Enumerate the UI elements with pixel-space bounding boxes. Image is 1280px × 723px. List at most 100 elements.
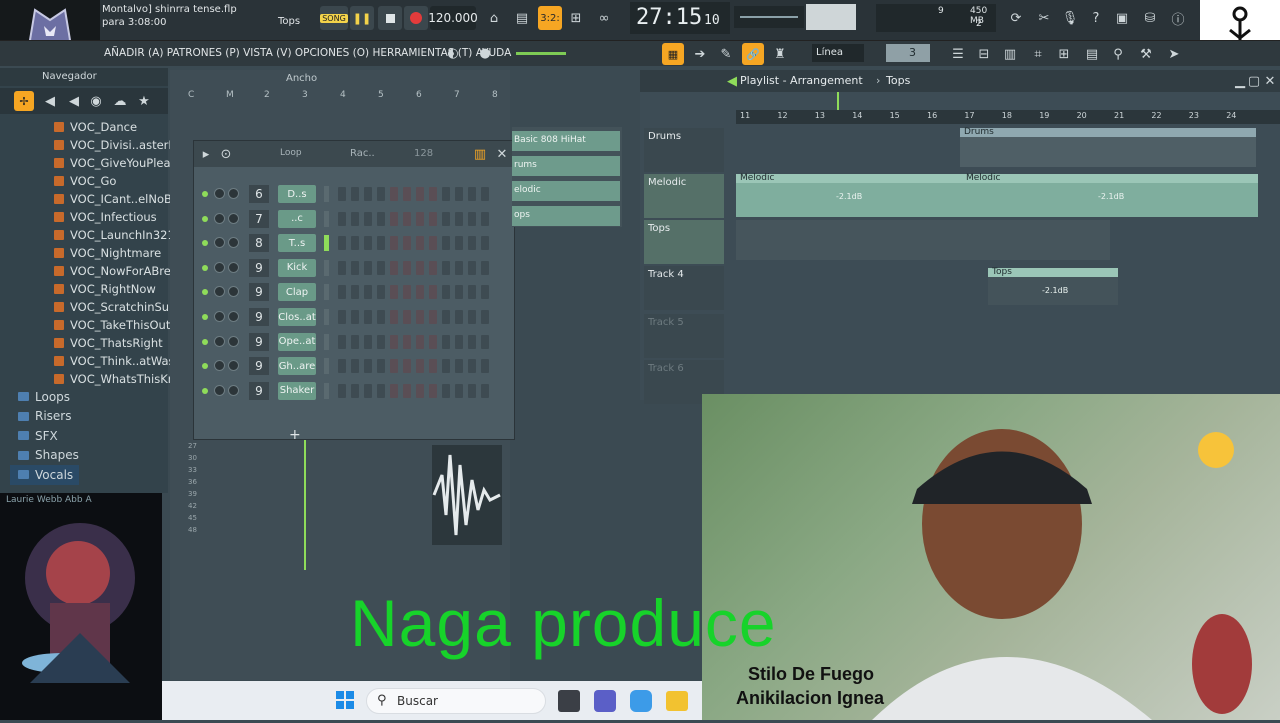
pan-knob[interactable] [214, 335, 225, 347]
volume-knob[interactable] [228, 286, 239, 298]
step-button[interactable] [468, 285, 476, 300]
step-button[interactable] [377, 211, 385, 226]
channel-led[interactable] [202, 363, 208, 370]
step-button[interactable] [403, 260, 411, 275]
tools-icon[interactable]: ✂ [1034, 8, 1054, 28]
pan-knob[interactable] [214, 261, 225, 273]
channel-led[interactable] [202, 191, 208, 197]
step-button[interactable] [364, 285, 372, 300]
step-button[interactable] [416, 310, 424, 324]
step-button[interactable] [468, 310, 476, 324]
pan-knob[interactable] [214, 360, 225, 372]
help-icon[interactable]: ? [1086, 8, 1106, 28]
step-button[interactable] [442, 285, 450, 300]
step-button[interactable] [429, 334, 437, 349]
step-button[interactable] [481, 211, 489, 226]
stamp-icon[interactable]: ♜ [770, 44, 790, 64]
file-explorer-icon[interactable] [666, 691, 688, 711]
mixer-track-number[interactable]: 9 [249, 258, 269, 277]
playlist-play-icon[interactable]: ◀ [722, 71, 742, 91]
browser-star-icon[interactable]: ★ [134, 91, 154, 111]
step-button[interactable] [351, 211, 359, 226]
browser-folder-shapes[interactable]: Shapes [10, 446, 79, 466]
step-button[interactable] [351, 260, 359, 275]
step-button[interactable] [403, 236, 411, 251]
step-button[interactable] [390, 211, 398, 226]
step-button[interactable] [468, 187, 476, 201]
pitch-knob-icon[interactable]: ● [475, 43, 495, 63]
mixer-track-number[interactable]: 7 [249, 209, 269, 228]
step-button[interactable] [416, 334, 424, 349]
step-button[interactable] [416, 285, 424, 300]
step-button[interactable] [364, 187, 372, 201]
step-button[interactable] [377, 359, 385, 374]
wand-icon[interactable]: ⚒ [1136, 44, 1156, 64]
step-button[interactable] [403, 285, 411, 300]
channel-name-button[interactable]: Kick [278, 258, 316, 277]
channel-name-button[interactable]: Shaker [278, 381, 316, 400]
step-button[interactable] [416, 383, 424, 398]
step-button[interactable] [442, 236, 450, 251]
browser-globe-icon[interactable]: ◉ [86, 91, 106, 111]
step-button[interactable] [351, 359, 359, 374]
step-button[interactable] [364, 211, 372, 226]
browser-folder-vocals[interactable]: Vocals [10, 465, 79, 485]
step-button[interactable] [377, 285, 385, 300]
step-button[interactable] [481, 285, 489, 300]
volume-knob[interactable] [228, 237, 239, 249]
mixer-insert-label[interactable]: M [226, 90, 234, 100]
tops-clip-body[interactable]: -2.1dB [988, 277, 1118, 305]
mixer-icon[interactable]: ▥ [1000, 44, 1020, 64]
rack-loop-label[interactable]: Loop [280, 148, 302, 158]
rack-graph-icon[interactable]: ▥ [470, 144, 490, 164]
step-button[interactable] [442, 359, 450, 374]
step-button[interactable] [429, 285, 437, 300]
channel-name-button[interactable]: D..s [278, 185, 316, 203]
step-button[interactable] [468, 359, 476, 374]
picker-item[interactable]: Basic 808 HiHat [512, 131, 620, 151]
step-button[interactable] [416, 187, 424, 201]
mixer-insert-label[interactable]: C [188, 90, 194, 100]
stop-button[interactable] [378, 6, 402, 30]
step-button[interactable] [351, 334, 359, 349]
step-button[interactable] [442, 211, 450, 226]
rack-close-icon[interactable]: ✕ [492, 144, 512, 164]
volume-knob[interactable] [228, 188, 239, 199]
step-button[interactable] [351, 285, 359, 300]
mixer-track-number[interactable]: 9 [249, 357, 269, 376]
step-button[interactable] [390, 285, 398, 300]
step-button[interactable] [403, 310, 411, 324]
volume-knob[interactable] [228, 261, 239, 273]
rack-options-icon[interactable]: ⊙ [216, 144, 236, 164]
step-button[interactable] [416, 236, 424, 251]
channel-name-button[interactable]: ..c [278, 209, 316, 228]
step-button[interactable] [338, 211, 346, 226]
step-button[interactable] [468, 383, 476, 398]
step-button[interactable] [455, 187, 463, 201]
channel-rack-icon[interactable]: ⊟ [974, 44, 994, 64]
step-button[interactable] [429, 359, 437, 374]
mixer-track-number[interactable]: 8 [249, 234, 269, 253]
step-button[interactable] [338, 260, 346, 275]
mixer-insert-label[interactable]: 7 [454, 90, 460, 100]
step-button[interactable] [442, 310, 450, 324]
rack-swing-value[interactable]: 128 [414, 148, 433, 159]
step-button[interactable] [377, 334, 385, 349]
browser-icon[interactable]: ⊞ [1054, 44, 1074, 64]
channel-led[interactable] [202, 240, 208, 247]
microphone-icon[interactable]: 🎙 [1060, 8, 1080, 28]
link-icon[interactable]: 🔗 [742, 43, 764, 65]
online-icon[interactable]: ⟳ [1006, 8, 1026, 28]
picker-item[interactable]: elodic [512, 181, 620, 201]
step-button[interactable] [442, 260, 450, 275]
channel-led[interactable] [202, 289, 208, 296]
step-button[interactable] [455, 383, 463, 398]
step-button[interactable] [390, 359, 398, 374]
mixer-track-number[interactable]: 6 [249, 185, 269, 203]
master-volume-slider[interactable] [734, 6, 804, 28]
step-button[interactable] [403, 383, 411, 398]
teams-icon[interactable] [594, 690, 616, 712]
channel-led[interactable] [202, 215, 208, 222]
step-button[interactable] [351, 310, 359, 324]
step-button[interactable] [377, 187, 385, 201]
